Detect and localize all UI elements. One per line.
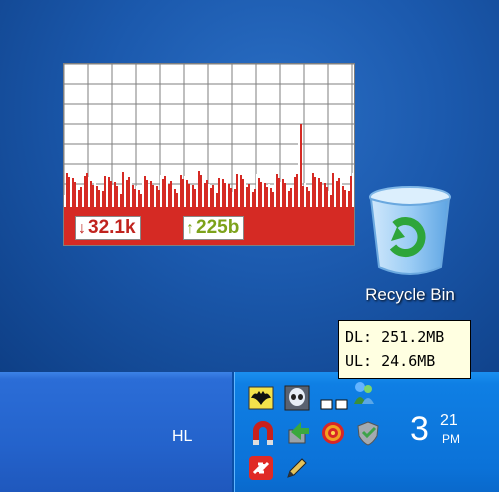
bandwidth-meter-widget[interactable]: ↓ 32.1k ↑ 225b	[63, 63, 355, 246]
upload-rate: 225b	[196, 217, 240, 238]
network-meter-icon[interactable]	[320, 398, 350, 412]
up-arrow-icon: ↑	[186, 220, 194, 237]
red-arrows-icon[interactable]	[248, 455, 274, 481]
recycle-bin-label: Recycle Bin	[365, 285, 455, 304]
down-arrow-icon: ↓	[78, 220, 86, 237]
recycle-bin-icon	[369, 186, 451, 275]
clock-minutes: 21	[440, 412, 458, 429]
download-rate-badge: ↓ 32.1k	[75, 216, 141, 240]
alien-icon[interactable]	[284, 385, 310, 411]
recycle-bin[interactable]: Recycle Bin	[355, 175, 465, 315]
tooltip-download-total: DL: 251.2MB	[345, 328, 445, 346]
horseshoe-magnet-icon[interactable]	[250, 420, 276, 446]
clock-ampm: PM	[442, 432, 460, 446]
shield-icon[interactable]	[355, 420, 381, 446]
batman-icon[interactable]	[248, 385, 274, 411]
upload-rate-badge: ↑ 225b	[183, 216, 245, 240]
download-rate: 32.1k	[88, 217, 136, 238]
pencil-icon[interactable]	[284, 455, 310, 481]
tooltip-upload-total: UL: 24.6MB	[345, 352, 436, 370]
taskbar-button-label[interactable]: HL	[172, 428, 192, 446]
transfer-tooltip: DL: 251.2MB UL: 24.6MB	[338, 320, 471, 379]
target-icon[interactable]	[320, 420, 346, 446]
clock-hour: 3	[410, 410, 429, 448]
system-clock[interactable]: 3 21 PM	[410, 410, 460, 449]
msn-messenger-icon[interactable]	[350, 380, 376, 406]
green-arrow-icon[interactable]	[285, 420, 311, 446]
